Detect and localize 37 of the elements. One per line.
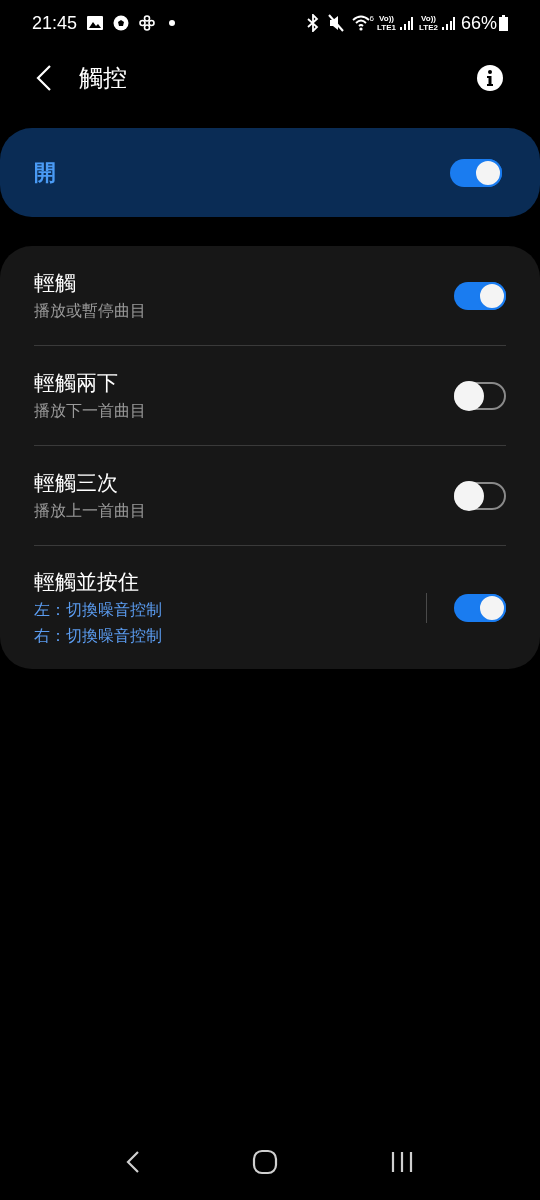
master-switch-bar[interactable]: 開 xyxy=(0,128,540,217)
wifi-icon xyxy=(351,15,370,31)
toggle-switch[interactable] xyxy=(454,281,506,310)
toggle-switch[interactable] xyxy=(454,381,506,410)
info-icon[interactable] xyxy=(476,64,504,92)
soccer-ball-icon xyxy=(113,15,130,31)
setting-summary: 左：切換噪音控制 xyxy=(34,599,163,620)
battery-percent: 66% xyxy=(460,11,497,35)
back-nav-icon[interactable] xyxy=(126,1150,140,1174)
master-switch-label: 開 xyxy=(34,159,56,187)
battery-icon xyxy=(499,15,508,31)
home-nav-icon[interactable] xyxy=(252,1149,278,1175)
toggle-switch[interactable] xyxy=(454,481,506,510)
toggle-switch[interactable] xyxy=(450,158,502,187)
network-label: LTE1 xyxy=(377,23,396,32)
mute-icon xyxy=(327,14,346,32)
setting-summary: 右：切換噪音控制 xyxy=(34,625,163,646)
setting-summary: 播放或暫停曲目 xyxy=(34,300,147,321)
wifi-standard-label: 6 xyxy=(369,13,375,25)
setting-title: 輕觸三次 xyxy=(34,469,119,496)
signal-icon xyxy=(440,16,455,30)
setting-summary: 播放下一首曲目 xyxy=(34,400,147,421)
setting-title: 輕觸 xyxy=(34,269,77,296)
volte-label: Vo)) xyxy=(421,14,436,23)
setting-title: 輕觸並按住 xyxy=(34,568,140,595)
image-icon xyxy=(87,16,104,30)
back-icon[interactable] xyxy=(36,64,52,92)
volte-label: Vo)) xyxy=(379,14,394,23)
recents-nav-icon[interactable] xyxy=(390,1151,414,1173)
toggle-switch[interactable] xyxy=(454,593,506,622)
signal-icon xyxy=(399,16,413,30)
setting-summary: 播放上一首曲目 xyxy=(34,500,147,521)
setting-title: 輕觸兩下 xyxy=(34,369,119,396)
bluetooth-icon xyxy=(305,14,320,32)
page-title: 觸控 xyxy=(79,63,127,93)
network-label: LTE2 xyxy=(419,23,438,32)
status-time: 21:45 xyxy=(32,11,78,35)
